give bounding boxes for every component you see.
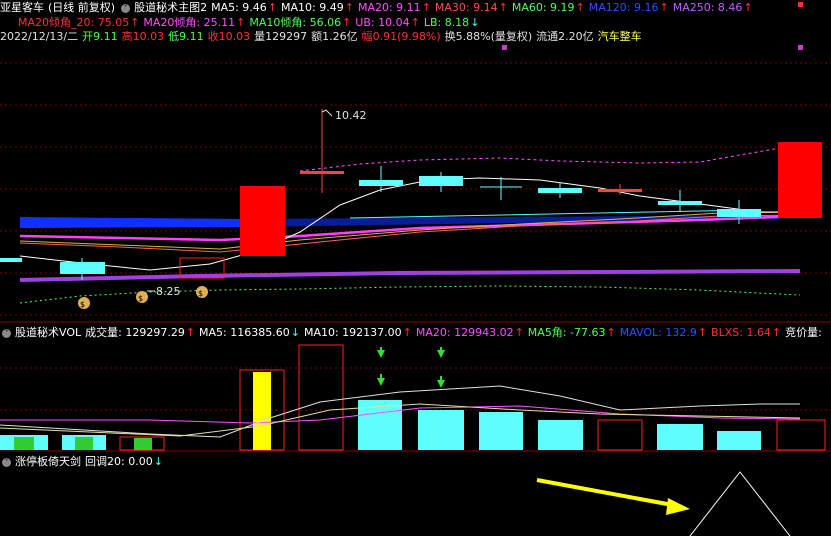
- upper-band-line: [299, 141, 801, 172]
- svg-text:$: $: [138, 294, 143, 303]
- sub-values: 回调20: 0.00↓: [85, 455, 167, 468]
- ma120-band: [20, 217, 250, 228]
- volume-value-arrow-icon: ↓: [290, 326, 300, 339]
- volume-value: MA10: 192137.00: [303, 326, 402, 339]
- sub-panel-header: 涨停板倚天剑回调20: 0.00↓: [0, 455, 171, 469]
- scale-marker: [798, 45, 803, 50]
- volume-value: MA20: 129943.02: [415, 326, 514, 339]
- yellow-arrow-shaft: [536, 478, 679, 508]
- volume-value: BLXS: 1.64: [711, 326, 771, 339]
- high-price-label: 10.42: [335, 109, 367, 122]
- sub-indicator-name[interactable]: 涨停板倚天剑: [15, 455, 81, 468]
- volume-value-arrow-icon: ↑: [514, 326, 524, 339]
- low-price-label: 8.25: [156, 285, 181, 298]
- scale-marker: [798, 2, 803, 7]
- volume-indicator-name[interactable]: 股道秘术VOL: [15, 326, 81, 339]
- ma250-line: [19, 269, 801, 282]
- volume-value: 成交量: 129297.29: [85, 326, 185, 339]
- sub-dropdown-icon[interactable]: [2, 457, 11, 467]
- volume-value-arrow-icon: ↑: [185, 326, 196, 339]
- triangle-signal: [689, 471, 791, 536]
- volume-panel-header: 股道秘术VOL成交量: 129297.29↑MA5: 116385.60↓MA1…: [0, 326, 830, 340]
- yellow-arrow-head: [666, 498, 690, 515]
- volume-grid: [0, 367, 831, 411]
- svg-text:$: $: [198, 289, 203, 298]
- volume-value: 竞价量:: [785, 326, 822, 339]
- volume-value: MA5: 116385.60: [199, 326, 290, 339]
- volume-value: MAVOL: 132.9: [619, 326, 697, 339]
- volume-value-arrow-icon: ↑: [606, 326, 616, 339]
- volume-dropdown-icon[interactable]: [2, 328, 11, 338]
- svg-text:$: $: [80, 300, 85, 309]
- money-bag-icons: $ $ $: [78, 286, 208, 309]
- volume-value-arrow-icon: ↑: [771, 326, 782, 339]
- sub-value-arrow-icon: ↓: [153, 455, 163, 468]
- sub-value: 回调20: 0.00: [85, 455, 153, 468]
- volume-values: 成交量: 129297.29↑ MA5: 116385.60↓ MA10: 1921…: [85, 326, 826, 339]
- volume-value: MA5角: -77.63: [527, 326, 606, 339]
- volume-value-arrow-icon: ↑: [402, 326, 412, 339]
- scale-marker: [502, 45, 507, 50]
- candles: [0, 109, 822, 280]
- volume-bars: [0, 344, 826, 451]
- volume-value-arrow-icon: ↑: [697, 326, 708, 339]
